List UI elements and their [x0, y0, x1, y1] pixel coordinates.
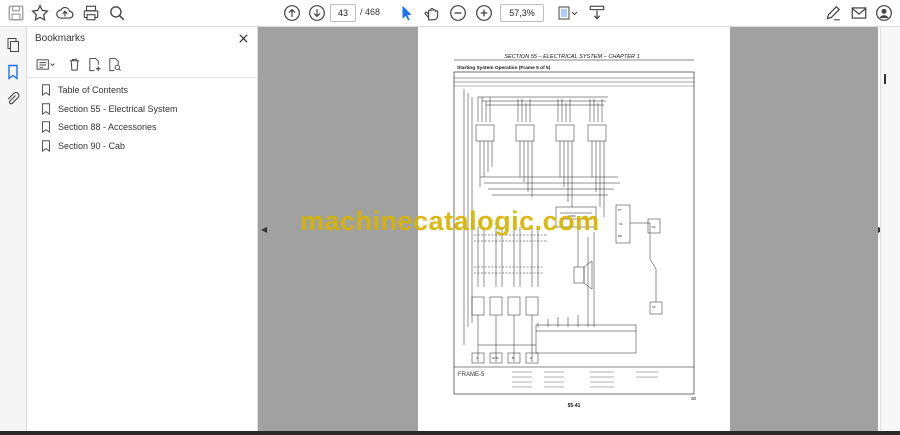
select-cursor-icon[interactable]	[397, 3, 417, 23]
bookmark-item-icon	[42, 121, 50, 134]
vertical-scrollbar[interactable]	[880, 27, 900, 431]
attachment-icon[interactable]	[4, 90, 22, 108]
frame-label: FRAME-5	[458, 372, 485, 378]
svg-text:SS: SS	[619, 222, 623, 226]
upload-icon[interactable]	[55, 3, 75, 23]
svg-text:B: B	[512, 356, 514, 360]
toolbar: 43 / 468 57,3%	[0, 0, 900, 27]
page-number-input[interactable]: 43	[330, 4, 356, 22]
bookmark-icon[interactable]	[4, 63, 22, 81]
delete-icon[interactable]	[65, 55, 83, 73]
arrow-down-icon[interactable]	[307, 3, 327, 23]
hand-icon[interactable]	[422, 3, 442, 23]
scroll-thumb[interactable]	[884, 74, 886, 84]
svg-text:BM: BM	[618, 234, 622, 238]
diagram-subtitle: Starting System Operation (Frame 5 of 5)	[457, 65, 551, 71]
pen-sign-icon[interactable]	[823, 3, 843, 23]
collapse-left-icon[interactable]: ◀	[261, 225, 267, 234]
add-bookmark-icon[interactable]	[85, 55, 103, 73]
bookmark-item-section-88[interactable]: Section 88 - Accessories	[41, 118, 178, 137]
bookmark-item-icon	[42, 103, 50, 115]
svg-text:SA: SA	[652, 225, 656, 229]
bookmark-item-label: Section 88 - Accessories	[58, 122, 157, 133]
search-zoom-icon[interactable]	[107, 3, 127, 23]
panel-divider	[27, 77, 258, 78]
arrow-up-icon[interactable]	[282, 3, 302, 23]
bookmark-options-icon[interactable]	[33, 55, 59, 73]
zoom-out-icon[interactable]	[448, 3, 468, 23]
find-bookmark-icon[interactable]	[105, 55, 123, 73]
mail-icon[interactable]	[849, 3, 869, 23]
svg-text:PT: PT	[618, 208, 622, 212]
page-total: / 468	[360, 7, 381, 17]
print-icon[interactable]	[81, 3, 101, 23]
navigation-rail	[0, 27, 27, 435]
bookmark-item-section-55[interactable]: Section 55 - Electrical System	[41, 100, 178, 119]
fit-page-icon[interactable]	[555, 3, 581, 23]
close-icon[interactable]	[235, 30, 251, 46]
account-icon[interactable]	[874, 3, 894, 23]
bookmarks-panel: Bookmarks Table of Contents Section 55 -…	[27, 27, 258, 435]
taskbar-strip	[0, 431, 900, 435]
bookmark-item-icon	[42, 84, 50, 97]
svg-text:D: D	[530, 356, 533, 360]
scroll-mode-icon[interactable]	[587, 3, 607, 23]
svg-text:C: C	[476, 356, 479, 360]
star-icon[interactable]	[30, 3, 50, 23]
svg-text:SS: SS	[652, 305, 656, 309]
zoom-level-input[interactable]: 57,3%	[500, 4, 544, 22]
bookmark-list: Table of Contents Section 55 - Electrica…	[41, 81, 178, 155]
watermark-text: machinecatalogic.com	[300, 206, 600, 236]
bookmark-item-label: Section 55 - Electrical System	[58, 103, 178, 114]
zoom-in-icon[interactable]	[474, 3, 494, 23]
bookmark-item-label: Section 90 - Cab	[58, 140, 126, 151]
save-icon[interactable]	[6, 3, 26, 23]
pages-icon[interactable]	[4, 36, 22, 54]
panel-title: Bookmarks	[35, 33, 86, 44]
page-footer-number: 55-41	[568, 403, 581, 409]
section-header: SECTION 55 – ELECTRICAL SYSTEM – CHAPTER…	[504, 54, 639, 60]
corner-number: 30	[691, 396, 697, 401]
bookmark-item-icon	[42, 140, 50, 152]
bookmark-item-label: Table of Contents	[58, 85, 129, 96]
svg-text:GND: GND	[492, 356, 500, 360]
bookmark-item-table-of-contents[interactable]: Table of Contents	[41, 81, 178, 100]
bookmark-item-section-90[interactable]: Section 90 - Cab	[41, 137, 178, 156]
